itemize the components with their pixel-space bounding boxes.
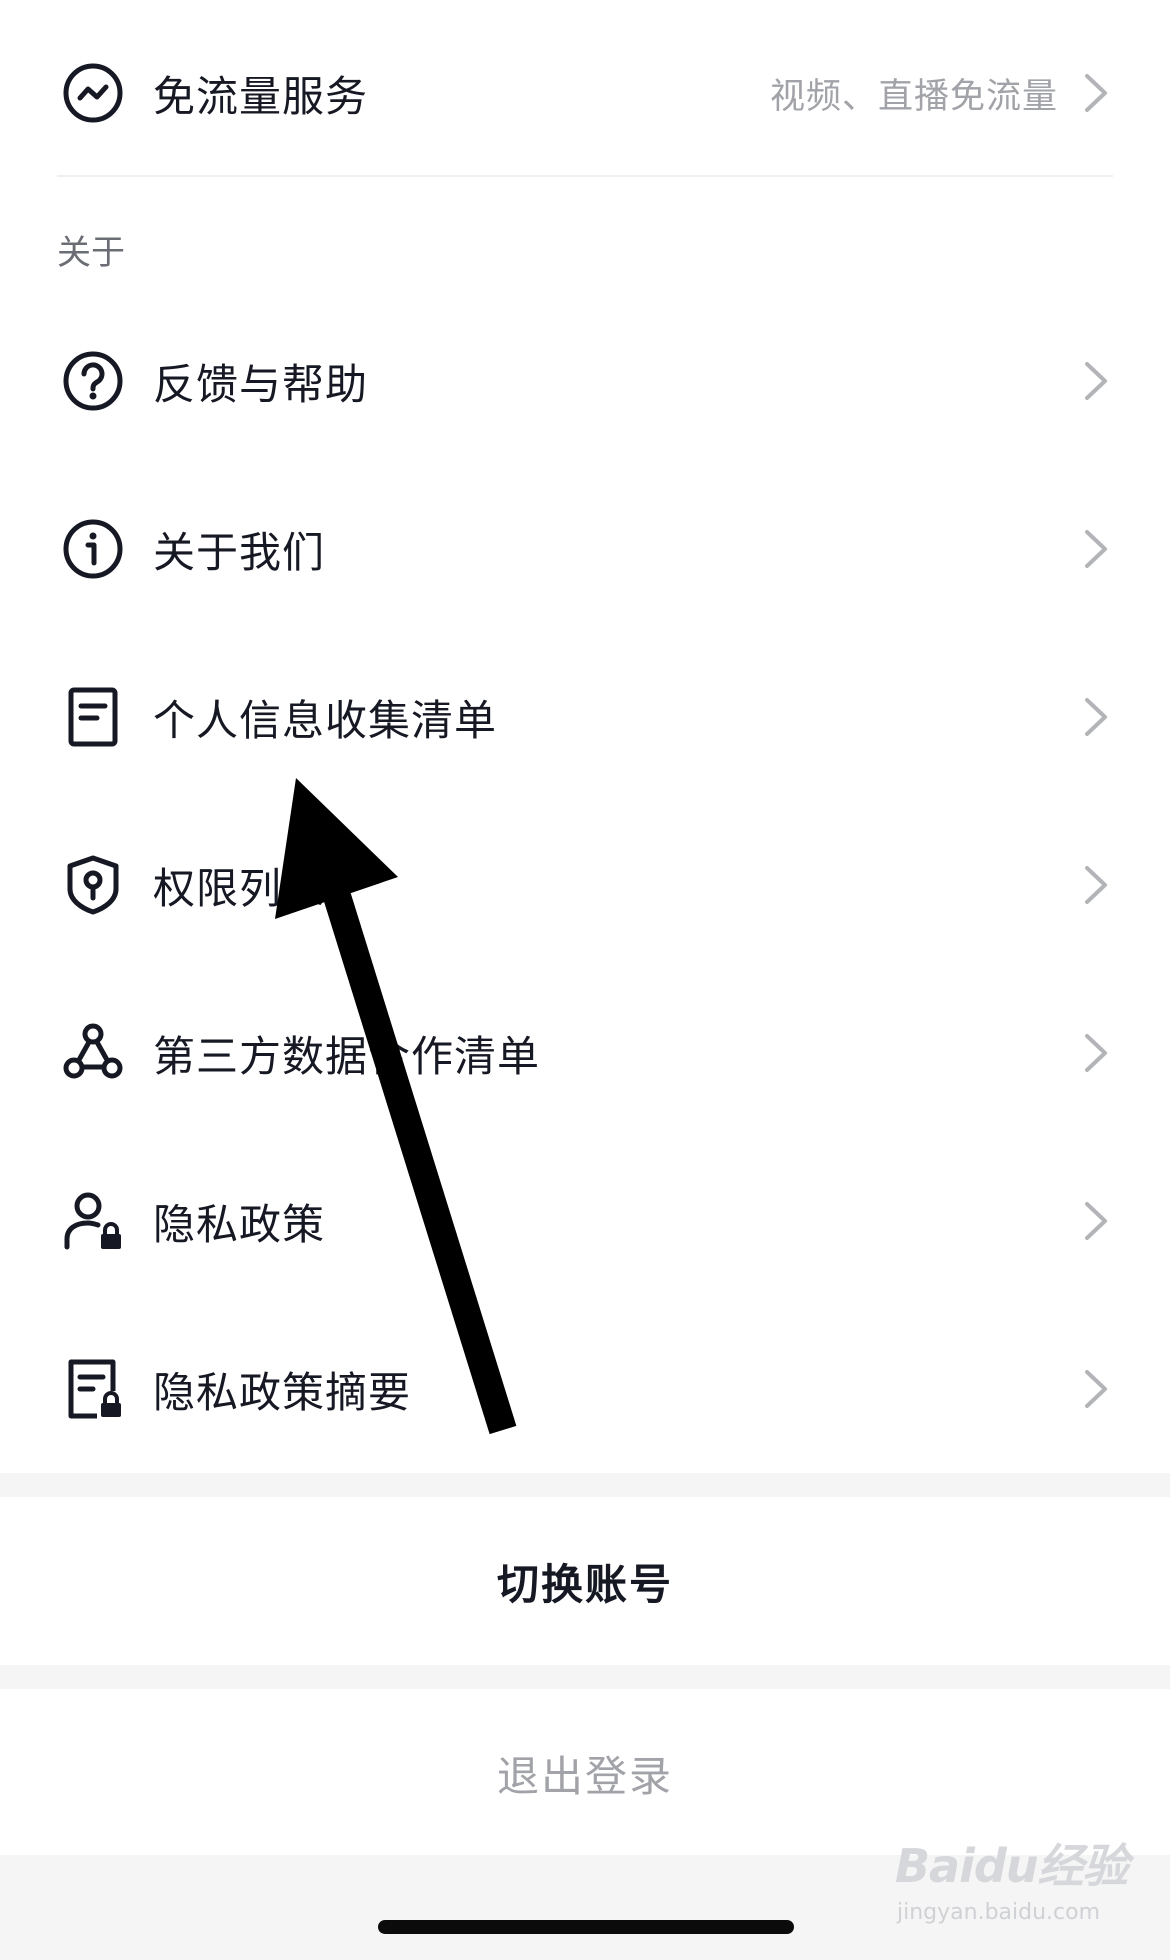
free-data-service-value: 视频、直播免流量 — [769, 76, 1058, 117]
user-lock-icon — [58, 1186, 128, 1256]
document-icon — [58, 682, 128, 752]
chevron-right-icon — [1085, 698, 1107, 736]
privacy-policy-label: 隐私政策 — [153, 1199, 326, 1249]
settings-screen: 免流量服务 视频、直播免流量 关于 反馈与帮助 关于我们 个人信息收集清单 权限… — [0, 0, 1170, 1960]
free-data-service-label: 免流量服务 — [153, 71, 369, 121]
home-indicator — [378, 1920, 794, 1934]
free-data-service-row[interactable]: 免流量服务 视频、直播免流量 — [0, 33, 1170, 153]
chevron-right-icon — [1085, 530, 1107, 568]
watermark-logo: Baidu经验 — [895, 1839, 1129, 1893]
baidu-watermark: Baidu经验 jingyan.baidu.com — [895, 1830, 1155, 1940]
permissions-list-label: 权限列表 — [153, 863, 326, 913]
feedback-help-row[interactable]: 反馈与帮助 — [0, 321, 1170, 441]
personal-info-list-label: 个人信息收集清单 — [153, 695, 498, 745]
chevron-right-icon — [1085, 74, 1107, 112]
privacy-summary-row[interactable]: 隐私政策摘要 — [0, 1329, 1170, 1449]
about-us-row[interactable]: 关于我们 — [0, 489, 1170, 609]
question-circle-icon — [58, 346, 128, 416]
triangle-nodes-icon — [58, 1018, 128, 1088]
permissions-list-row[interactable]: 权限列表 — [0, 825, 1170, 945]
shield-key-icon — [58, 850, 128, 920]
about-us-label: 关于我们 — [153, 527, 326, 577]
chevron-right-icon — [1085, 1034, 1107, 1072]
chevron-right-icon — [1085, 1370, 1107, 1408]
chevron-right-icon — [1085, 1202, 1107, 1240]
chevron-right-icon — [1085, 362, 1107, 400]
data-saver-icon — [58, 58, 128, 128]
info-circle-icon — [58, 514, 128, 584]
section-gap — [0, 1473, 1170, 1497]
third-party-data-label: 第三方数据合作清单 — [153, 1031, 541, 1081]
document-lock-icon — [58, 1354, 128, 1424]
privacy-summary-label: 隐私政策摘要 — [153, 1367, 412, 1417]
personal-info-list-row[interactable]: 个人信息收集清单 — [0, 657, 1170, 777]
section-title-about: 关于 — [57, 233, 125, 273]
section-gap — [0, 1665, 1170, 1689]
watermark-url: jingyan.baidu.com — [897, 1900, 1101, 1925]
chevron-right-icon — [1085, 866, 1107, 904]
third-party-data-row[interactable]: 第三方数据合作清单 — [0, 993, 1170, 1113]
privacy-policy-row[interactable]: 隐私政策 — [0, 1161, 1170, 1281]
feedback-help-label: 反馈与帮助 — [153, 359, 369, 409]
divider — [57, 175, 1113, 177]
switch-account-button[interactable]: 切换账号 — [0, 1497, 1170, 1665]
